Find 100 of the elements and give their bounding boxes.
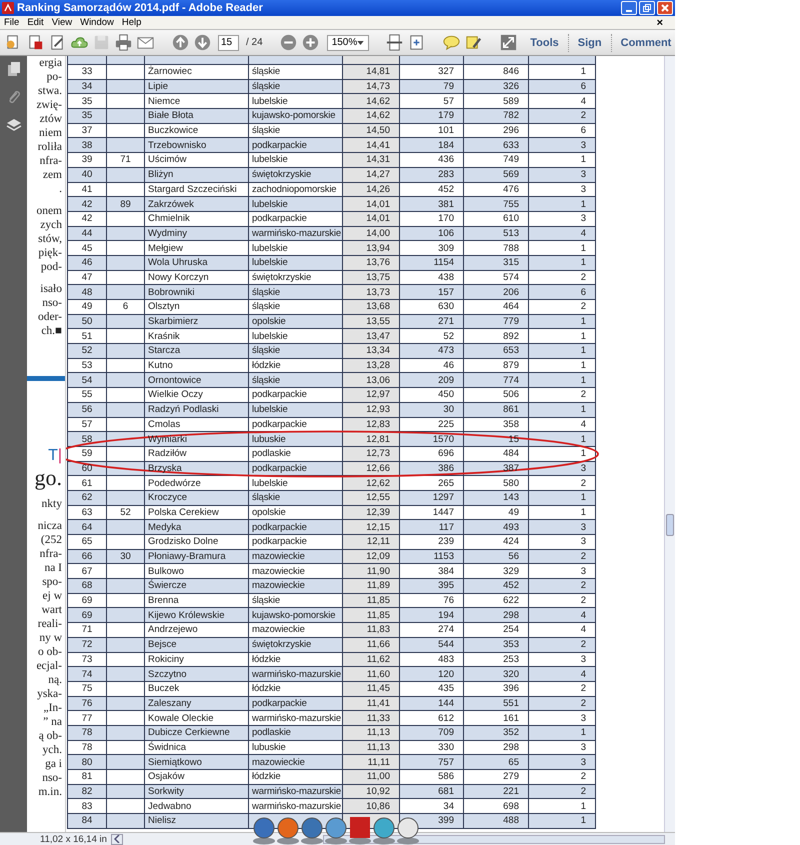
table-cell: 144 [400,696,464,710]
pages-icon[interactable] [6,61,22,77]
table-cell: 4 [529,667,596,681]
table-cell: 33 [68,65,107,79]
table-cell: 1 [529,241,596,255]
table-cell: 117 [400,520,464,534]
close-button[interactable] [657,1,673,15]
expand-icon[interactable] [499,33,518,52]
table-cell: 506 [464,388,529,402]
table-cell: Świdnica [145,740,249,754]
table-cell: Skarbimierz [145,314,249,328]
table-cell: 62 [68,490,107,505]
table-cell: 52 [107,506,145,520]
fit-page-icon[interactable] [385,33,404,52]
table-cell: 622 [464,594,529,608]
table-cell: Bejsce [145,638,249,652]
table-cell: Mełgiew [145,241,249,255]
table-cell: 488 [464,814,529,828]
table-cell: 51 [68,329,107,344]
zoom-in-icon[interactable] [300,33,320,52]
table-cell: Płoniawy-Bramura [145,550,249,564]
menu-item[interactable]: Window [80,17,114,28]
table-cell: 55 [68,388,107,402]
table-cell: 2 [529,550,596,564]
table-cell: 179 [400,109,464,123]
table-cell: 3 [529,740,596,754]
table-cell: 42 [68,197,107,211]
table-cell: 586 [400,770,464,784]
app-icon[interactable] [252,815,276,845]
table-cell: 2 [529,270,596,284]
text-fragment: onem zych stów, pięk- pod- [36,204,62,274]
print-icon[interactable] [114,33,133,52]
table-cell: 194 [400,608,464,622]
table-cell: Andrzejewo [145,623,249,637]
table-cell: 2 [529,784,596,798]
scrollbar-thumb[interactable] [666,514,674,536]
layers-icon[interactable] [6,117,22,133]
table-cell: Świercze [145,579,249,593]
table-cell: Polska Cerekiew [145,506,249,520]
table-cell: 4 [529,94,596,108]
table-cell: Kraśnik [145,329,249,344]
table-cell: 435 [400,682,464,696]
panel-button[interactable]: Comment [614,34,678,50]
menu-item[interactable]: File [4,17,20,28]
table-cell: 483 [400,652,464,666]
app-icon[interactable] [372,815,396,845]
table-cell: 58 [68,432,107,446]
minimize-icon [626,10,632,12]
zoom-dropdown[interactable]: 150% [326,34,370,50]
table-cell: 476 [464,182,529,196]
table-cell: 473 [400,344,464,358]
table-cell: 12,09 [343,550,400,564]
table-cell: 892 [464,329,529,344]
table-cell: 11,41 [343,696,400,710]
table-cell: 589 [464,94,529,108]
table-cell: 59 [68,446,107,461]
panel-button[interactable]: Tools [524,34,565,50]
table-cell: Dubicze Cerkiewne [145,726,249,740]
table-cell: 73 [68,652,107,666]
table-cell: 630 [400,300,464,314]
app-icon[interactable] [396,815,420,845]
minimize-button[interactable] [621,1,637,15]
text-fragment: nkty [42,497,62,511]
table-cell: 1 [529,432,596,446]
table-cell: 709 [400,726,464,740]
page-number-field[interactable]: 15 [218,34,239,50]
table-cell: 14,50 [343,124,400,138]
table-cell: 846 [464,65,529,79]
table-cell: 3 [529,212,596,226]
restore-button[interactable] [639,1,655,15]
panel-button[interactable]: Sign [572,34,608,50]
table-cell: 14,81 [343,65,400,79]
table-cell: 11,13 [343,740,400,754]
table-cell: 580 [464,476,529,490]
table-cell: 1 [529,329,596,344]
app-icon[interactable] [324,815,348,845]
zoom-out-icon[interactable] [278,33,298,52]
table-cell: Zaleszany [145,696,249,710]
table-cell: 1154 [400,256,464,270]
table-cell: 80 [68,755,107,769]
app-icon[interactable] [300,815,324,845]
close-document-button[interactable]: × [656,16,663,28]
table-cell: 225 [400,418,464,432]
table-cell: 37 [68,124,107,138]
pdf-icon [2,2,14,14]
menu-item[interactable]: Edit [27,17,44,28]
app-icon[interactable] [348,815,372,845]
menu-item[interactable]: Help [122,17,142,28]
menu-item[interactable]: View [52,17,72,28]
table-cell: 681 [400,784,464,798]
table-cell: 1 [529,358,596,372]
app-icon[interactable] [276,815,300,845]
table-cell: 76 [68,696,107,710]
table-cell: 67 [68,564,107,578]
table-cell: 12,62 [343,476,400,490]
table-cell: 10,92 [343,784,400,798]
speech-bubble-icon[interactable] [442,33,462,52]
restore-icon [642,3,652,13]
scroll-left-button[interactable] [110,834,123,844]
table-cell: 253 [464,652,529,666]
